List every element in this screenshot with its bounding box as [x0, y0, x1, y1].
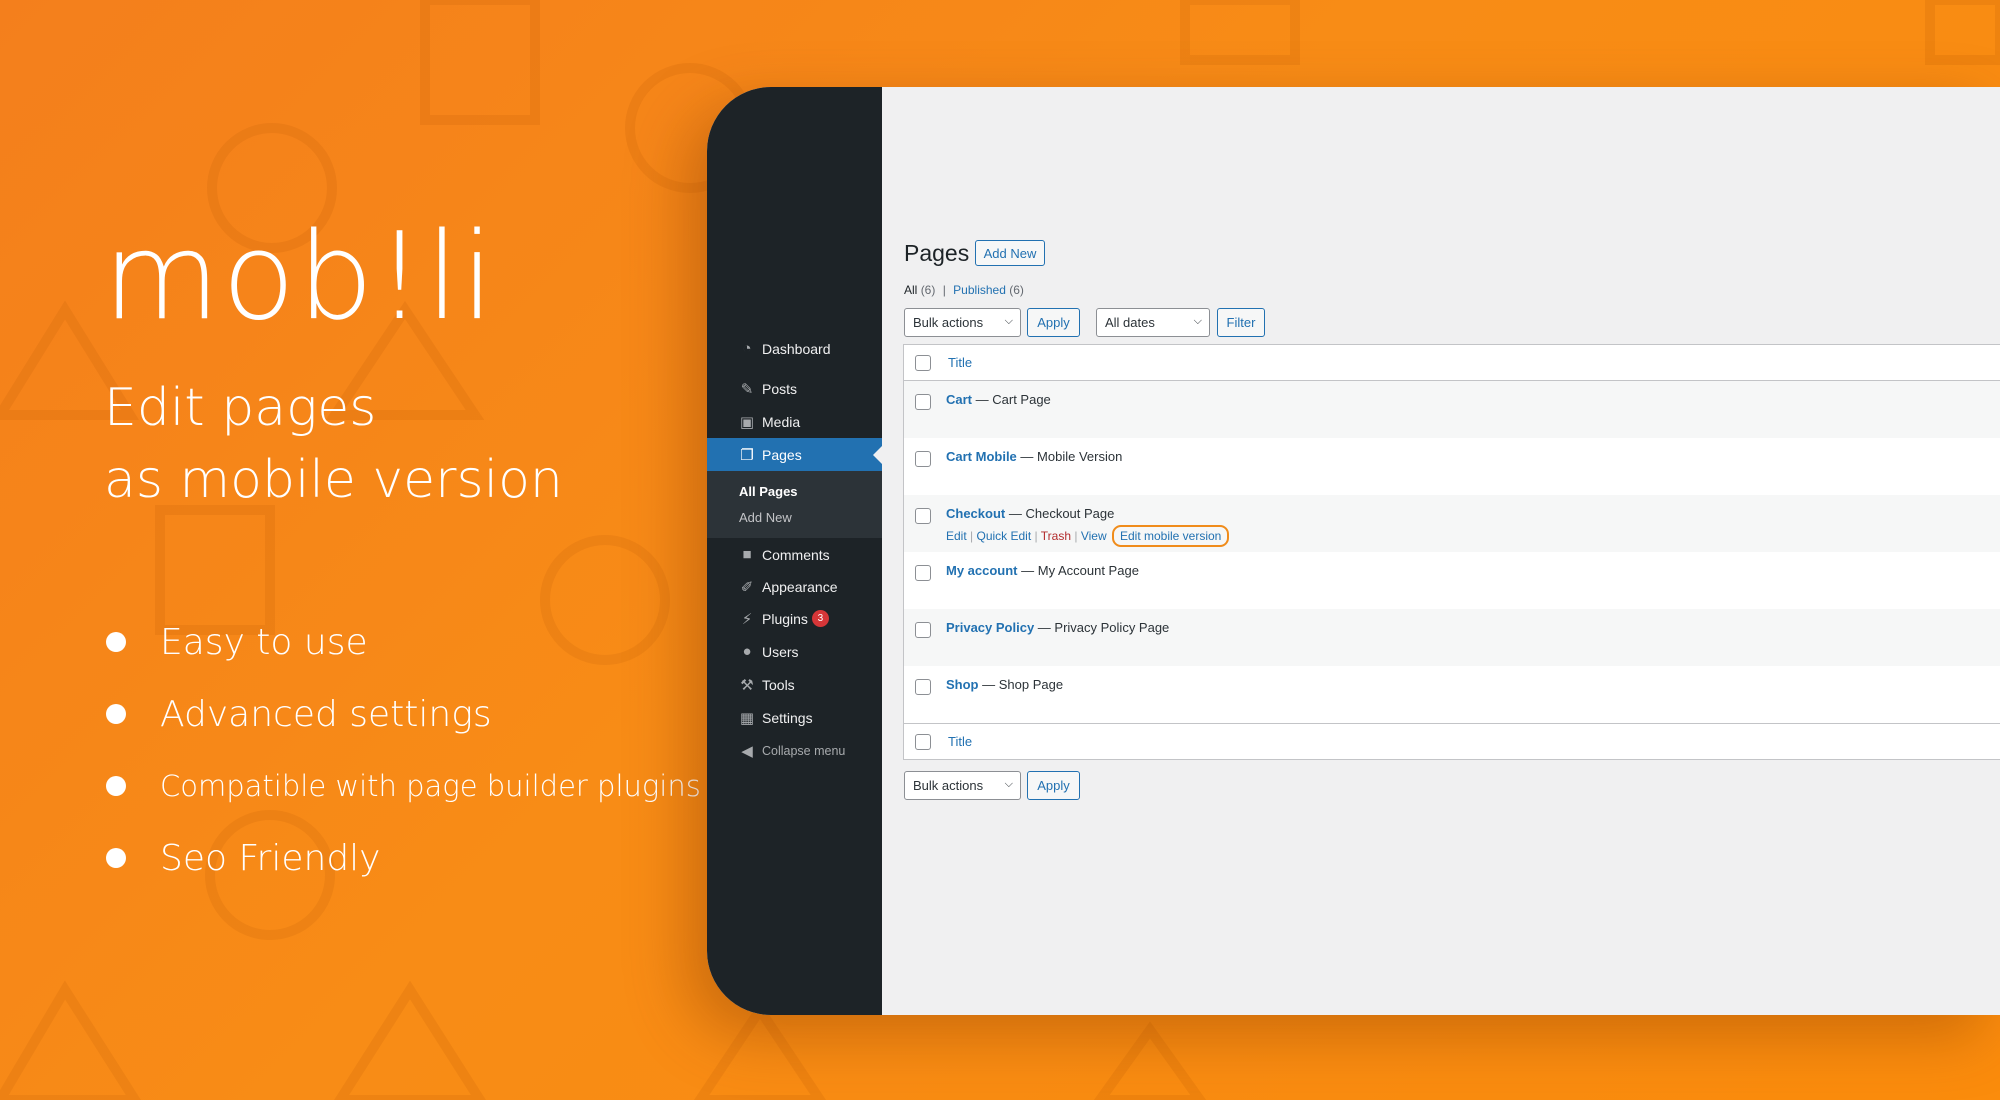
brush-icon: ✐ — [740, 578, 754, 596]
plug-icon: ⚡ — [741, 610, 753, 628]
main-content: Pages Add New All (6) | Published (6) Bu… — [882, 87, 2000, 1015]
table-row: My account — My Account Page — [904, 552, 2000, 609]
submenu-add-new[interactable]: Add New — [707, 504, 882, 530]
comment-icon: ■ — [742, 546, 752, 563]
bulk-actions-select-bottom[interactable]: Bulk actions ⌵ — [904, 771, 1021, 800]
page-title-link[interactable]: Shop — [946, 677, 979, 692]
dashboard-icon: ◔ — [742, 340, 752, 357]
menu-item-comments[interactable]: ■ Comments — [707, 538, 882, 571]
chevron-down-icon: ⌵ — [1193, 315, 1202, 327]
headline: Edit pages as mobile version — [104, 372, 563, 516]
collapse-icon: ◀ — [741, 742, 753, 760]
trash-link[interactable]: Trash — [1041, 529, 1071, 543]
page-title-link[interactable]: My account — [946, 563, 1018, 578]
chevron-down-icon: ⌵ — [1004, 315, 1013, 327]
menu-item-settings[interactable]: ▦ Settings — [707, 701, 882, 734]
row-checkbox[interactable] — [915, 394, 931, 410]
submenu-all-pages[interactable]: All Pages — [707, 478, 882, 504]
page-title-link[interactable]: Cart Mobile — [946, 449, 1017, 464]
pages-submenu: All Pages Add New — [707, 471, 882, 538]
bullet-icon — [106, 776, 126, 796]
menu-item-tools[interactable]: ⚒ Tools — [707, 668, 882, 701]
date-filter-select[interactable]: All dates ⌵ — [1096, 308, 1210, 337]
chevron-down-icon: ⌵ — [1004, 778, 1013, 790]
feature-item: Compatible with page builder plugins — [104, 750, 701, 822]
menu-item-media[interactable]: ▣ Media — [707, 405, 882, 438]
page-title: Pages — [904, 240, 970, 266]
table-footer: Title — [904, 723, 2000, 759]
page-title-link[interactable]: Checkout — [946, 506, 1005, 521]
edit-mobile-version-link[interactable]: Edit mobile version — [1111, 525, 1230, 547]
feature-list: Easy to use Advanced settings Compatible… — [104, 606, 701, 894]
pin-icon: ✎ — [740, 380, 754, 398]
collapse-menu-button[interactable]: ◀ Collapse menu — [707, 734, 882, 767]
view-link[interactable]: View — [1081, 529, 1107, 543]
menu-item-plugins[interactable]: ⚡ Plugins 3 — [707, 602, 882, 635]
pages-table: Title Cart — Cart Page Cart Mobile — Mob… — [903, 344, 2000, 760]
title-column-footer[interactable]: Title — [948, 734, 972, 749]
table-row: Checkout — Checkout Page Edit | Quick Ed… — [904, 495, 2000, 552]
filter-all-count: (6) — [920, 283, 936, 297]
quick-edit-link[interactable]: Quick Edit — [977, 529, 1032, 543]
menu-item-users[interactable]: ● Users — [707, 635, 882, 668]
page-title-link[interactable]: Cart — [946, 392, 972, 407]
settings-icon: ▦ — [739, 709, 755, 727]
select-all-checkbox[interactable] — [915, 354, 931, 371]
feature-item: Advanced settings — [104, 678, 701, 750]
plugins-update-badge: 3 — [811, 610, 829, 627]
wp-admin-screenshot: ◔ Dashboard ✎ Posts ▣ Media ❐ Pages All Page… — [707, 87, 2000, 1015]
filter-all[interactable]: All — [904, 283, 917, 297]
menu-item-appearance[interactable]: ✐ Appearance — [707, 571, 882, 602]
row-checkbox[interactable] — [915, 508, 931, 524]
filter-published[interactable]: Published — [953, 283, 1006, 297]
title-column-header[interactable]: Title — [948, 355, 972, 370]
add-new-page-button[interactable]: Add New — [975, 240, 1045, 266]
edit-link[interactable]: Edit — [946, 529, 967, 543]
select-all-checkbox-footer[interactable] — [915, 733, 931, 750]
menu-item-posts[interactable]: ✎ Posts — [707, 372, 882, 405]
bullet-icon — [106, 704, 126, 724]
table-row: Cart Mobile — Mobile Version — [904, 438, 2000, 495]
bullet-icon — [106, 848, 126, 868]
apply-button[interactable]: Apply — [1027, 308, 1080, 337]
row-checkbox[interactable] — [915, 679, 931, 695]
headline-line-2: as mobile version — [104, 450, 563, 510]
table-header: Title — [904, 345, 2000, 381]
row-actions: Edit | Quick Edit | Trash | View Edit mo… — [946, 525, 1230, 547]
table-row: Cart — Cart Page — [904, 381, 2000, 438]
headline-line-1: Edit pages — [104, 378, 377, 438]
brand-logo: mob!li — [103, 208, 497, 347]
pages-icon: ❐ — [740, 446, 754, 464]
wrench-icon: ⚒ — [740, 676, 754, 694]
filter-published-count: (6) — [1009, 283, 1024, 297]
bulk-actions-select[interactable]: Bulk actions ⌵ — [904, 308, 1021, 337]
table-row: Privacy Policy — Privacy Policy Page — [904, 609, 2000, 666]
status-filters: All (6) | Published (6) — [904, 283, 1024, 297]
feature-item: Easy to use — [104, 606, 701, 678]
bullet-icon — [106, 632, 126, 652]
admin-menu: ◔ Dashboard ✎ Posts ▣ Media ❐ Pages All Page… — [707, 332, 882, 767]
row-checkbox[interactable] — [915, 622, 931, 638]
admin-sidebar: ◔ Dashboard ✎ Posts ▣ Media ❐ Pages All Page… — [707, 87, 882, 1015]
user-icon: ● — [742, 643, 752, 660]
menu-item-pages[interactable]: ❐ Pages — [707, 438, 882, 471]
media-icon: ▣ — [739, 413, 755, 431]
apply-button-bottom[interactable]: Apply — [1027, 771, 1080, 800]
table-row: Shop — Shop Page — [904, 666, 2000, 723]
feature-item: Seo Friendly — [104, 822, 701, 894]
page-title-link[interactable]: Privacy Policy — [946, 620, 1034, 635]
row-checkbox[interactable] — [915, 451, 931, 467]
filter-button[interactable]: Filter — [1217, 308, 1265, 337]
filter-separator: | — [942, 283, 946, 297]
menu-item-dashboard[interactable]: ◔ Dashboard — [707, 332, 882, 365]
row-checkbox[interactable] — [915, 565, 931, 581]
